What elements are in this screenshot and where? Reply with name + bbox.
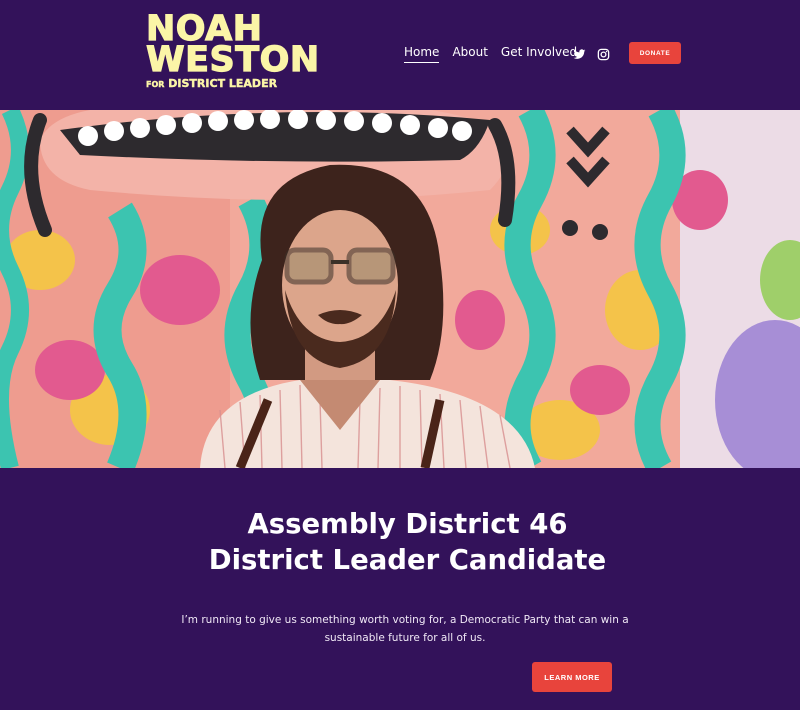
instagram-icon[interactable] [597,46,610,61]
headline-line-1: Assembly District 46 [247,508,568,540]
nav-about[interactable]: About [452,45,487,63]
site-header: NOAH WESTON FOR DISTRICT LEADER Home Abo… [0,0,800,110]
hero-illustration [0,110,800,468]
social-links [573,46,610,61]
intro-text: I’m running to give us something worth v… [181,614,629,644]
hero-image [0,110,800,468]
logo-for: FOR [146,80,165,89]
logo-title: DISTRICT LEADER [168,77,278,90]
logo-last-name: WESTON [145,40,320,80]
twitter-icon[interactable] [573,46,586,59]
main-nav: Home About Get Involved [404,45,577,63]
donate-button[interactable]: DONATE [629,42,681,64]
logo-tagline: FOR DISTRICT LEADER [146,77,288,92]
nav-get-involved[interactable]: Get Involved [501,45,577,63]
nav-home[interactable]: Home [404,45,440,63]
headline-line-2: District Leader Candidate [208,544,607,576]
learn-more-button[interactable]: LEARN MORE [532,662,612,692]
page-headline: Assembly District 46 District Leader Can… [0,506,800,578]
site-logo[interactable]: NOAH WESTON FOR DISTRICT LEADER [145,11,320,92]
